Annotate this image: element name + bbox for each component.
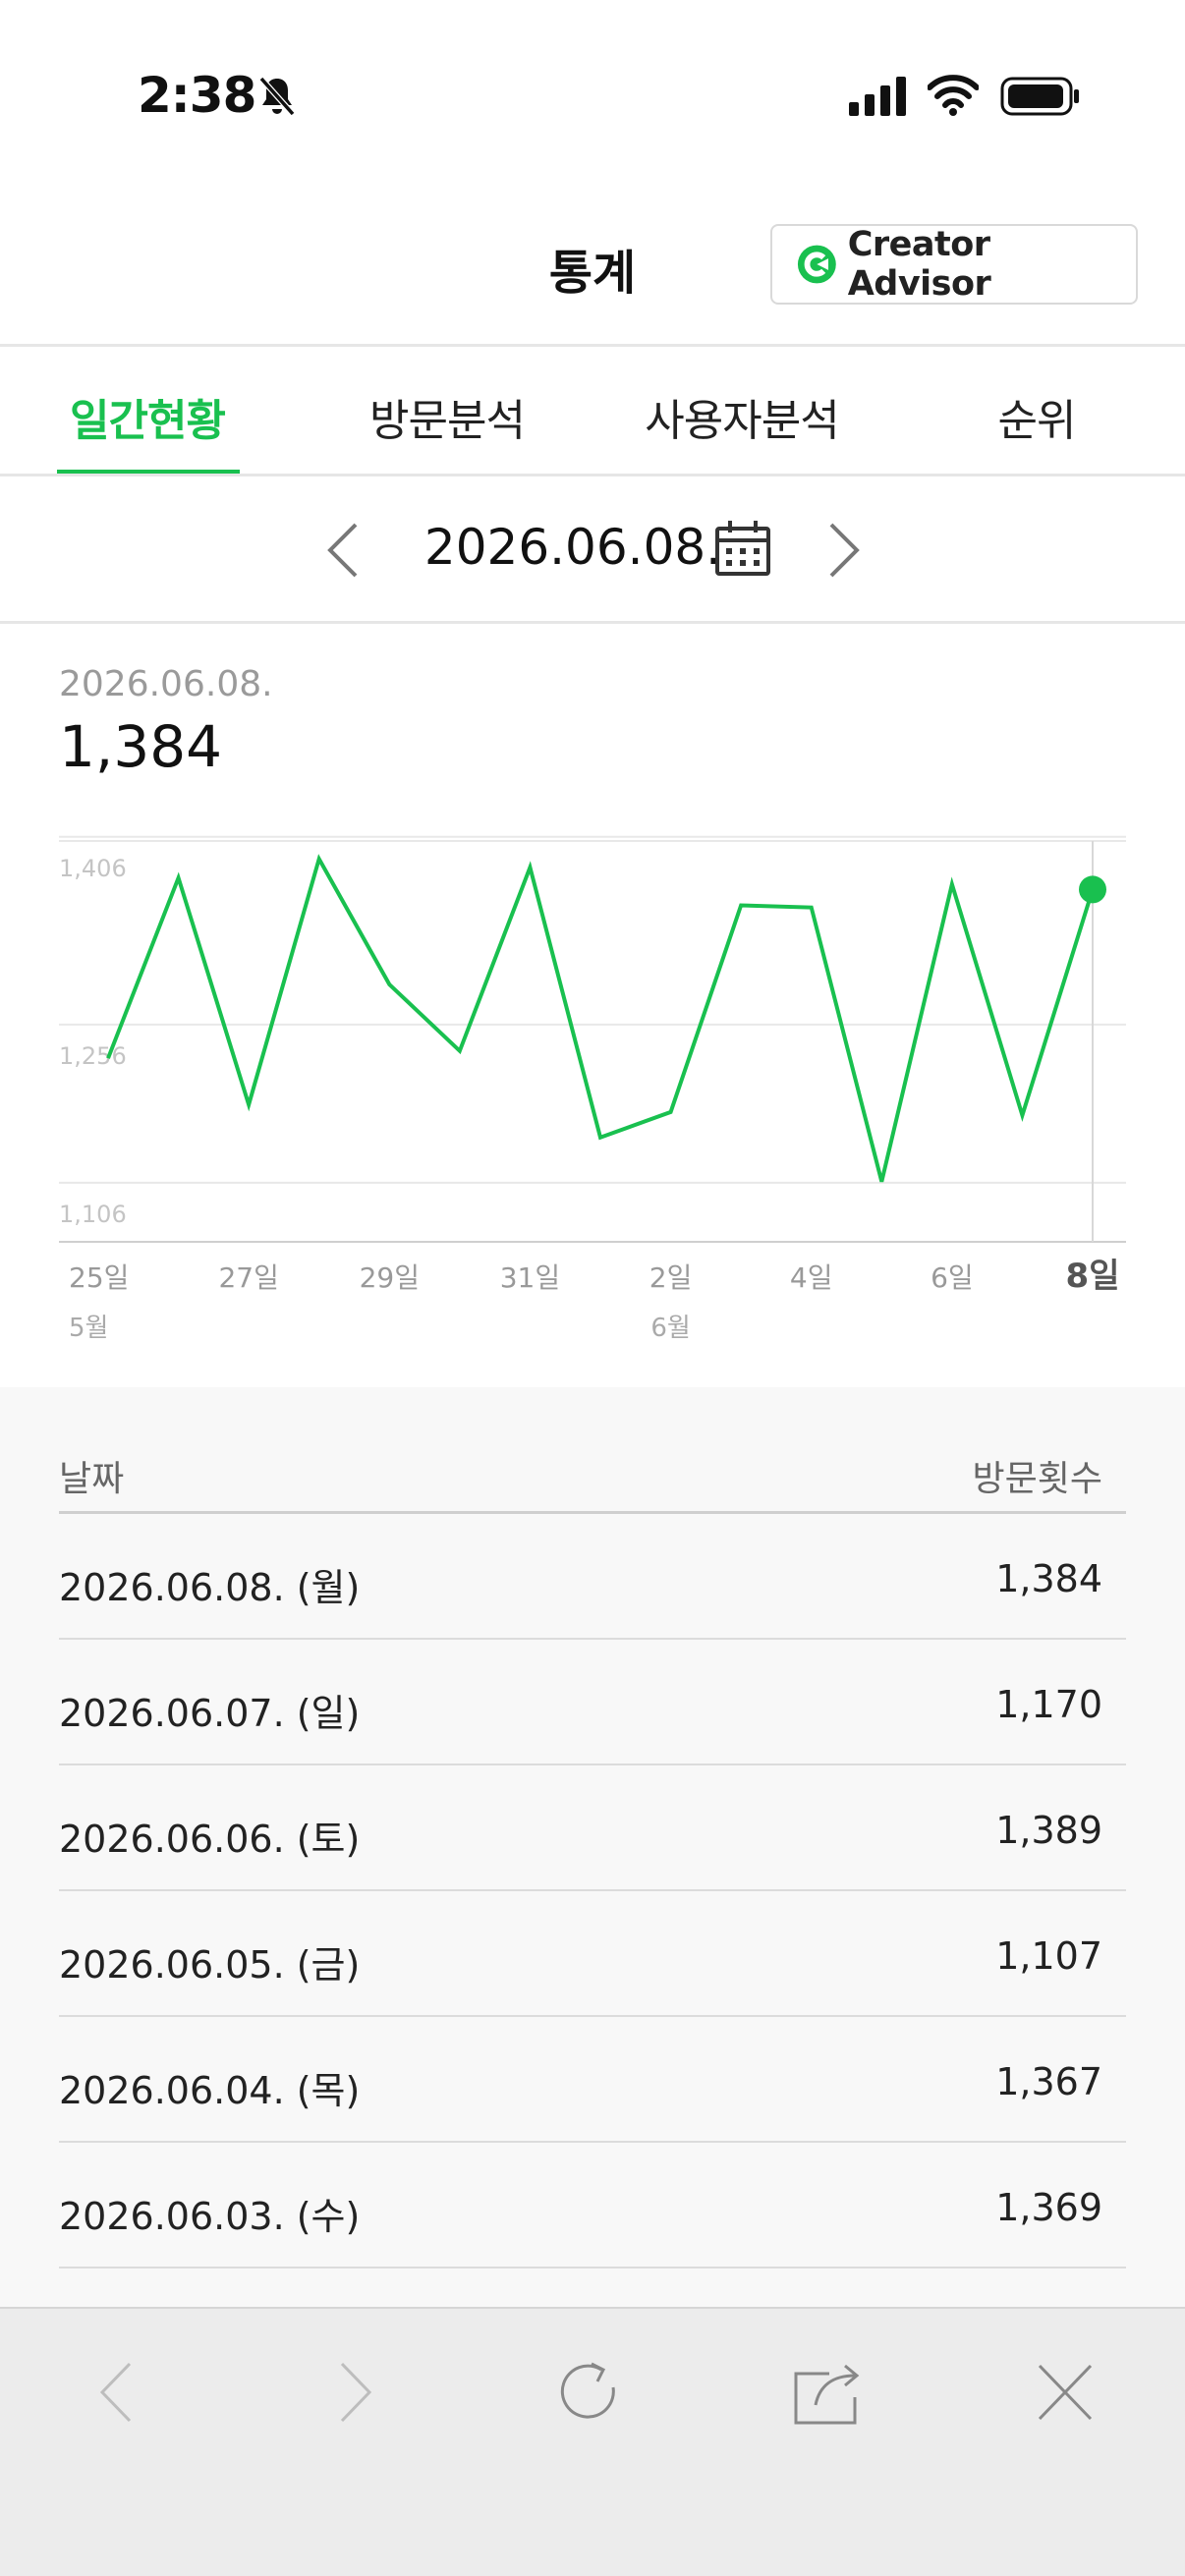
close-icon[interactable] — [1026, 2358, 1104, 2427]
row-date: 2026.06.06. (토) — [59, 1818, 361, 1861]
y-tick-label: 1,106 — [59, 1201, 127, 1228]
row-date: 2026.06.04. (목) — [59, 2069, 361, 2112]
x-month-label: 5월 — [69, 1314, 108, 1343]
calendar-icon[interactable] — [713, 519, 772, 578]
y-tick-label: 1,406 — [59, 855, 127, 882]
x-tick-label: 27일 — [218, 1261, 278, 1294]
selected-date: 2026.06.08. — [423, 519, 722, 576]
summary-date: 2026.06.08. — [59, 664, 273, 704]
table-row: 2026.06.05. (금) 1,107 — [59, 1891, 1126, 2017]
status-time: 2:38 — [138, 67, 256, 124]
reload-icon[interactable] — [550, 2358, 629, 2427]
row-date: 2026.06.08. (월) — [59, 1566, 361, 1609]
table-row: 2026.06.08. (월) 1,384 — [59, 1514, 1126, 1640]
browser-toolbar — [0, 2307, 1185, 2576]
wifi-icon — [928, 75, 979, 116]
table-row: 2026.06.03. (수) 1,369 — [59, 2143, 1126, 2268]
tab-ranking[interactable]: 순위 — [943, 385, 1130, 446]
table-row: 2026.06.06. (토) 1,389 — [59, 1765, 1126, 1891]
highlight-point — [1079, 875, 1106, 904]
creator-advisor-button[interactable]: Creator Advisor — [770, 224, 1138, 305]
x-tick-label: 6일 — [931, 1261, 974, 1294]
cellular-signal-icon — [849, 77, 906, 116]
divider — [0, 474, 1185, 476]
table-row: 2026.06.07. (일) 1,170 — [59, 1640, 1126, 1765]
series-line — [106, 854, 1095, 1183]
tab-visit-analysis[interactable]: 방문분석 — [334, 385, 560, 446]
divider — [0, 621, 1185, 624]
x-tick-label: 29일 — [360, 1261, 420, 1294]
row-visits: 1,389 — [995, 1809, 1102, 1852]
row-visits: 1,107 — [995, 1934, 1102, 1978]
tab-daily-status[interactable]: 일간현황 — [39, 385, 255, 446]
summary-visit-count: 1,384 — [59, 713, 223, 780]
share-icon[interactable] — [786, 2358, 865, 2427]
x-month-label: 6월 — [650, 1314, 690, 1343]
forward-icon[interactable] — [314, 2358, 393, 2427]
row-visits: 1,384 — [995, 1557, 1102, 1600]
back-icon[interactable] — [79, 2358, 157, 2427]
row-visits: 1,170 — [995, 1683, 1102, 1726]
row-visits: 1,367 — [995, 2060, 1102, 2103]
row-date: 2026.06.03. (수) — [59, 2195, 361, 2238]
table-header-date: 날짜 — [59, 1459, 125, 1499]
x-tick-label: 4일 — [790, 1261, 833, 1294]
creator-advisor-logo-icon — [797, 245, 836, 284]
table-row: 2026.06.04. (목) 1,367 — [59, 2017, 1126, 2143]
next-date-icon[interactable] — [821, 519, 867, 582]
x-tick-label: 2일 — [649, 1261, 693, 1294]
battery-icon — [1000, 77, 1079, 116]
divider — [0, 344, 1185, 347]
visits-line-chart: 1,406 1,256 1,106 25일 27일 29일 31일 2일 4일 6일 8일 5월 6월 — [59, 835, 1126, 1343]
tab-user-analysis[interactable]: 사용자분석 — [619, 385, 865, 446]
row-date: 2026.06.05. (금) — [59, 1943, 361, 1987]
x-tick-label: 8일 — [1066, 1257, 1120, 1296]
row-visits: 1,369 — [995, 2186, 1102, 2229]
x-tick-label: 31일 — [500, 1261, 560, 1294]
creator-advisor-label: Creator Advisor — [847, 225, 991, 304]
silent-bell-icon — [258, 77, 296, 116]
table-header-visits: 방문횟수 — [972, 1459, 1102, 1499]
x-tick-label: 25일 — [69, 1261, 129, 1294]
row-date: 2026.06.07. (일) — [59, 1692, 361, 1735]
y-tick-label: 1,256 — [59, 1042, 127, 1070]
